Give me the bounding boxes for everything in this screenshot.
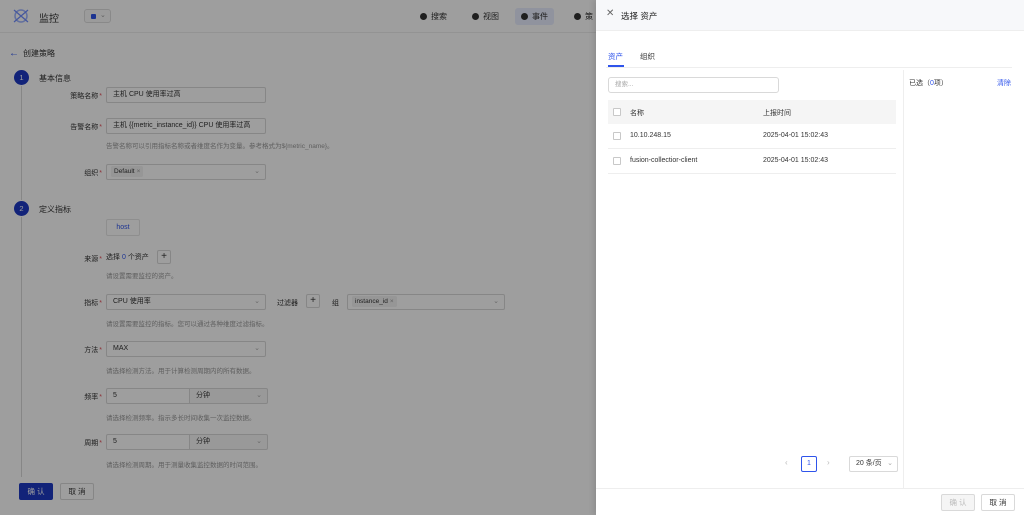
drawer-cancel-button[interactable]: 取 消 (981, 494, 1015, 511)
modal-mask[interactable] (0, 0, 596, 515)
row-checkbox[interactable] (613, 132, 621, 140)
asset-name: fusion-collectior-client (630, 157, 698, 164)
table-row[interactable]: fusion-collectior-client 2025-04-01 15:0… (608, 149, 896, 174)
chevron-right-icon[interactable]: › (827, 458, 830, 467)
clear-selection-link[interactable]: 清除 (997, 78, 1011, 88)
asset-table-header: 名称 上报时间 (608, 100, 896, 124)
drawer-header: ✕ 选择 资产 (596, 0, 1024, 31)
asset-search-input[interactable]: 搜索... (608, 77, 779, 93)
active-tab-indicator (608, 65, 624, 67)
column-header-name: 名称 (630, 110, 644, 117)
asset-report-time: 2025-04-01 15:02:43 (763, 157, 828, 164)
chevron-down-icon: ⌄ (887, 460, 893, 467)
drawer-footer-divider (596, 488, 1024, 489)
page-size-select[interactable]: 20 条/页 ⌄ (849, 456, 898, 472)
tab-divider (606, 67, 1012, 68)
row-checkbox[interactable] (613, 157, 621, 165)
asset-report-time: 2025-04-01 15:02:43 (763, 132, 828, 139)
select-all-checkbox[interactable] (613, 108, 621, 116)
column-header-report-time: 上报时间 (763, 110, 791, 117)
close-icon[interactable]: ✕ (606, 8, 614, 19)
drawer-title: 选择 资产 (621, 11, 658, 21)
tab-organizations[interactable]: 组织 (640, 51, 655, 62)
selected-count: 已选（0项） (909, 80, 948, 87)
asset-name: 10.10.248.15 (630, 132, 671, 139)
panel-divider (903, 70, 904, 488)
drawer-confirm-button[interactable]: 确 认 (941, 494, 975, 511)
chevron-left-icon[interactable]: ‹ (785, 458, 788, 467)
page-number-button[interactable]: 1 (801, 456, 817, 472)
select-asset-drawer: ✕ 选择 资产 资产 组织 搜索... 名称 上报时间 10.10.248.15… (596, 0, 1024, 515)
tab-assets[interactable]: 资产 (608, 51, 623, 62)
table-row[interactable]: 10.10.248.15 2025-04-01 15:02:43 (608, 124, 896, 149)
